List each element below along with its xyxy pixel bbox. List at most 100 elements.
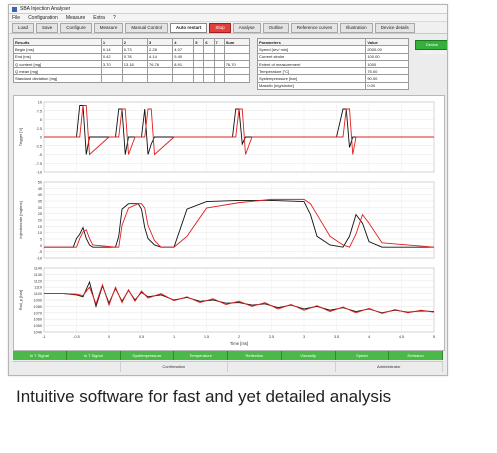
menu-extra[interactable]: Extra (93, 15, 105, 21)
status-cell-administrator: Administrator (336, 362, 443, 372)
menu-help[interactable]: ? (113, 15, 116, 21)
manual-control-button[interactable]: Manual Control (125, 22, 168, 33)
results-cell: 0.78 (121, 52, 149, 61)
chart-area: 10 7.5 5 2.5 0 -2.5 -5 -7.5 -10 Trigger [V] 50 45 40… (13, 95, 445, 351)
y-tick-label: 10 (38, 231, 42, 235)
results-cell: 8.91 (172, 59, 195, 69)
y-tick-label: 1050 (34, 324, 42, 328)
parameters-cell: 75.00 (365, 67, 409, 76)
results-cell (121, 67, 149, 76)
load-button[interactable]: Load (12, 22, 35, 33)
auto-restart-button[interactable]: Auto restart (169, 22, 208, 33)
menu-measure[interactable]: Measure (66, 15, 85, 21)
results-cell: Standard deviation [mg] (13, 74, 102, 83)
x-tick-label: 0.5 (139, 335, 144, 339)
results-cell: 4.14 (147, 52, 174, 61)
charts-svg: 107.552.50-2.5-5-7.5-10Trigger [V]504540… (18, 101, 435, 347)
y-tick-label: 1060 (34, 318, 42, 322)
results-cell (193, 52, 205, 61)
results-cell (193, 67, 205, 76)
app-icon (12, 6, 17, 12)
results-header-cell: Results (13, 37, 102, 47)
status-cell-confirmation: Confirmation (121, 362, 228, 372)
parameters-cell: 100.00 (365, 52, 409, 61)
results-cell (193, 45, 205, 54)
configure-button[interactable]: Configure (60, 22, 92, 33)
device-details-button[interactable]: Device details (374, 22, 415, 33)
save-button[interactable]: Save (36, 22, 59, 33)
y-tick-label: 20 (38, 219, 42, 223)
y-axis-label: Rail_p [bar] (18, 290, 23, 310)
x-tick-label: 3.5 (334, 335, 339, 339)
y-tick-label: -2.5 (35, 144, 42, 148)
tab-in-t-signal-2[interactable]: In T Signal (66, 351, 121, 360)
results-cell (100, 74, 123, 83)
results-header-cell: 3 (147, 37, 174, 47)
status-bar: Confirmation Administrator (13, 361, 443, 372)
results-cell (203, 74, 215, 83)
y-tick-label: 1110 (34, 286, 42, 290)
parameters-cell: Current stroke (256, 52, 367, 61)
y-tick-label: 5 (40, 118, 42, 122)
results-cell (203, 59, 215, 69)
tab-systempressure[interactable]: Systempressure (120, 351, 175, 360)
results-header-cell: 7 (213, 37, 225, 47)
menu-file[interactable]: File (12, 15, 20, 21)
y-tick-label: -10 (37, 171, 43, 175)
results-header-cell: 5 (193, 37, 205, 47)
parameters-cell: 0.00 (365, 81, 409, 91)
y-tick-label: -5 (39, 250, 42, 254)
title-bar: SBA Injection Analyser (9, 5, 447, 14)
results-cell: Q content [mg] (13, 59, 102, 69)
x-tick-label: 4.5 (399, 335, 404, 339)
y-tick-label: 2.5 (37, 127, 42, 131)
tab-speed[interactable]: Speed (335, 351, 390, 360)
y-tick-label: -5 (39, 153, 42, 157)
results-cell: 0.73 (121, 45, 149, 54)
tab-emission[interactable]: Emission (389, 351, 443, 360)
table-row: Begin [ms] 0.14 0.73 2.28 4.07 (13, 45, 251, 54)
table-row: Massflo [mg/stroke] 0.00 (256, 81, 409, 91)
results-cell (203, 67, 215, 76)
x-tick-label: 0 (108, 335, 110, 339)
table-row: Current stroke 100.00 (256, 52, 409, 61)
reference-curves-button[interactable]: Reference curves (290, 22, 339, 33)
y-tick-label: 1120 (34, 279, 42, 283)
y-tick-label: 5 (40, 238, 42, 242)
menu-configuration[interactable]: Configuration (28, 15, 58, 21)
results-header-row: Results 1 2 3 4 5 6 7 Sum (13, 37, 251, 47)
tab-reflection[interactable]: Reflection (228, 351, 282, 360)
results-cell (213, 59, 225, 69)
stop-button[interactable]: Stop (209, 22, 231, 33)
y-tick-label: 7.5 (37, 109, 42, 113)
x-tick-label: 5 (433, 335, 435, 339)
tab-in-t-signal-1[interactable]: In T Signal (13, 351, 67, 360)
outline-button[interactable]: Outline (262, 22, 289, 33)
results-cell (223, 74, 251, 83)
results-cell: 5.40 (172, 52, 195, 61)
y-tick-label: 1100 (34, 292, 42, 296)
x-tick-label: -1 (42, 335, 45, 339)
analyse-button[interactable]: Analyse (232, 22, 261, 33)
y-tick-label: 10 (38, 101, 42, 105)
x-tick-label: 1.5 (204, 335, 209, 339)
results-cell (213, 52, 225, 61)
measure-button[interactable]: Measure (93, 22, 124, 33)
y-tick-label: -10 (37, 257, 43, 261)
y-tick-label: 15 (38, 225, 42, 229)
y-tick-label: -7.5 (35, 162, 42, 166)
status-cell-3 (228, 362, 336, 372)
parameters-cell: 1000 (365, 59, 409, 69)
results-cell: 0.42 (100, 52, 123, 61)
parameters-table: Parameters Value Speed [rev/ min] 2000.00 Cu… (256, 37, 409, 91)
tab-viscosity[interactable]: Viscosity (281, 351, 336, 360)
status-cell-1 (13, 362, 121, 372)
illustration-button[interactable]: Illustration (340, 22, 373, 33)
results-cell (203, 52, 215, 61)
tab-temperature[interactable]: Temperature (174, 351, 228, 360)
x-tick-label: 2.5 (269, 335, 274, 339)
x-tick-label: 4 (368, 335, 370, 339)
caption-text: Intuitive software for fast and yet deta… (16, 387, 392, 406)
results-header-cell: 1 (100, 37, 123, 47)
table-row: Temperature [°C] 75.00 (256, 67, 409, 76)
